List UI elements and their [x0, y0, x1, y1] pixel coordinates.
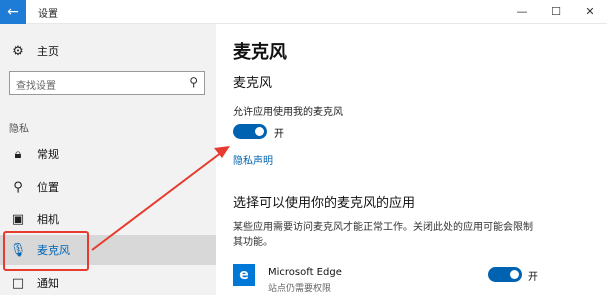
- app-subtitle: 站点仍需要权限: [268, 284, 332, 294]
- location-icon: ⚲: [13, 179, 23, 195]
- lock-icon: 🔒︎: [14, 146, 22, 162]
- camera-icon: ▣: [11, 211, 25, 227]
- app-name: Microsoft Edge: [268, 267, 342, 278]
- maximize-button[interactable]: ☐: [539, 0, 573, 24]
- sidebar: ⚙ 主页 查找设置 ⚲ 隐私 🔒︎ 常规 ⚲ 位置 ▣ 相机 🎙︎ 麦克风 □ …: [0, 24, 216, 295]
- annotation-highlight-box: [3, 231, 89, 271]
- sidebar-item-location[interactable]: ⚲ 位置: [0, 172, 216, 202]
- search-input[interactable]: 查找设置 ⚲: [9, 71, 205, 95]
- edge-icon: e: [233, 264, 255, 286]
- apps-description: 某些应用需要访问麦克风才能正常工作。关闭此处的应用可能会限制其功能。: [233, 222, 533, 248]
- window-controls: — ☐ ✕: [505, 0, 607, 24]
- toggle-knob: [510, 270, 519, 279]
- sidebar-item-label: 通知: [37, 277, 59, 290]
- notification-icon: □: [11, 275, 25, 291]
- section-label: 隐私: [9, 124, 29, 135]
- microphone-toggle[interactable]: [233, 124, 267, 139]
- privacy-statement-link[interactable]: 隐私声明: [233, 152, 273, 167]
- sidebar-item-notification[interactable]: □ 通知: [0, 268, 216, 295]
- sidebar-item-camera[interactable]: ▣ 相机: [0, 204, 216, 234]
- toggle-state-label: 开: [274, 129, 284, 140]
- close-button[interactable]: ✕: [573, 0, 607, 24]
- sidebar-item-home[interactable]: ⚙ 主页: [0, 36, 216, 66]
- search-placeholder: 查找设置: [16, 81, 56, 92]
- apps-section-title: 选择可以使用你的麦克风的应用: [233, 196, 416, 211]
- main-panel: 麦克风 麦克风 允许应用使用我的麦克风 开 隐私声明 选择可以使用你的麦克风的应…: [216, 24, 607, 295]
- back-arrow-icon[interactable]: ←: [0, 0, 26, 24]
- edge-toggle-state-label: 开: [528, 272, 538, 283]
- page-title: 麦克风: [233, 42, 287, 63]
- search-icon[interactable]: ⚲: [189, 75, 198, 89]
- edge-microphone-toggle[interactable]: [488, 267, 522, 282]
- allow-microphone-label: 允许应用使用我的麦克风: [233, 107, 343, 118]
- minimize-button[interactable]: —: [505, 0, 539, 24]
- sidebar-item-general[interactable]: 🔒︎ 常规: [0, 139, 216, 169]
- sidebar-item-label: 相机: [37, 213, 59, 226]
- sidebar-item-label: 常规: [37, 148, 59, 161]
- sidebar-item-label: 主页: [37, 45, 59, 58]
- title-bar: ← 设置 — ☐ ✕: [0, 0, 607, 24]
- sidebar-item-label: 位置: [37, 181, 59, 194]
- toggle-knob: [255, 127, 264, 136]
- gear-icon: ⚙: [12, 43, 24, 59]
- section-heading: 麦克风: [233, 76, 273, 91]
- window-title: 设置: [38, 9, 58, 20]
